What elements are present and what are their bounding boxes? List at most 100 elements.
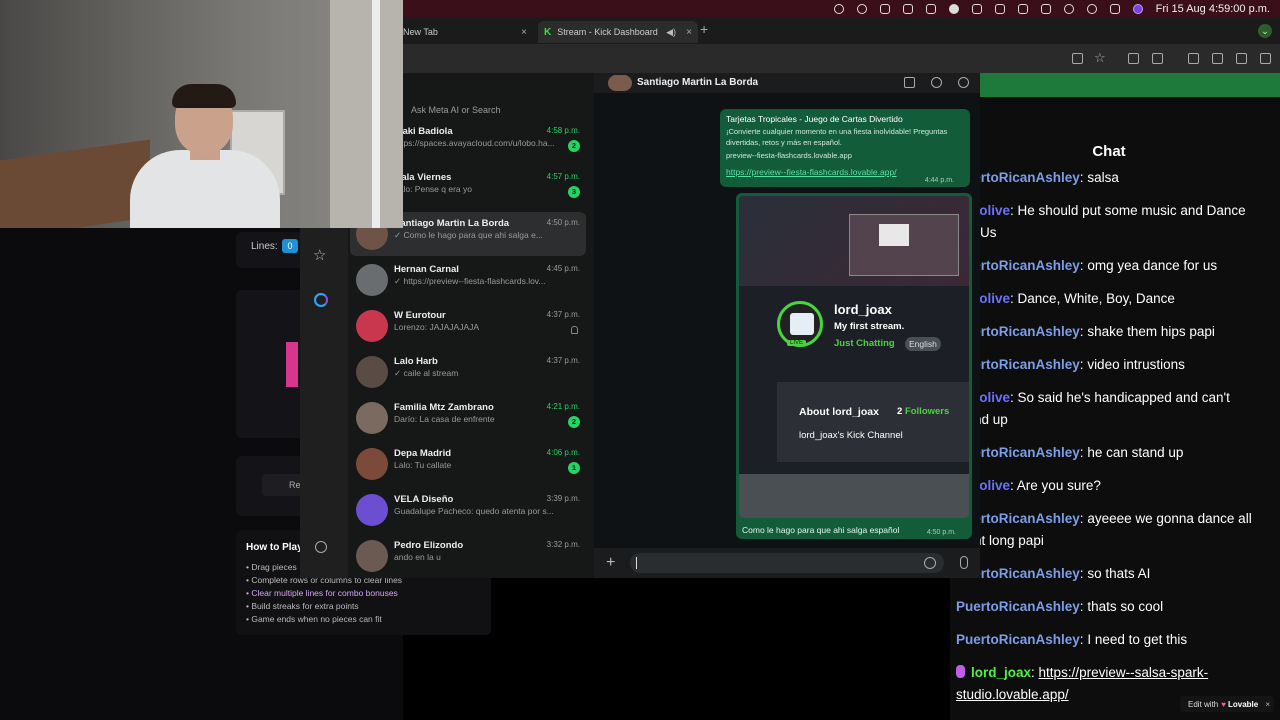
battery-icon[interactable] [994,3,1005,14]
downloads-icon[interactable] [1188,53,1199,64]
chat-preview: ando en la u [394,552,441,562]
starred-icon[interactable]: ☆ [313,246,326,264]
chat-message: yagolive: Are you sure? [956,478,1101,493]
chat-list-item[interactable]: Familia Mtz Zambrano Darío: La casa de en… [350,396,586,440]
avatar[interactable] [356,494,388,526]
avatar[interactable] [356,264,388,296]
bookmark-star-icon[interactable]: ☆ [1094,50,1106,66]
display-icon[interactable] [925,3,936,14]
profile-icon[interactable] [1212,53,1223,64]
message-input[interactable] [630,553,944,573]
chat-preview: ✓ caile al stream [394,368,459,378]
new-tab-button[interactable]: + [700,21,708,37]
video-call-icon[interactable] [904,77,915,88]
stream-title: My first stream. [834,321,905,332]
extension-puzzle-icon[interactable] [1236,53,1247,64]
kick-favicon-icon: K [544,26,552,38]
grid-icon[interactable] [1040,3,1051,14]
chat-username[interactable]: lord_joax [971,665,1031,680]
chat-time: 4:37 p.m. [546,310,580,319]
close-tab-icon[interactable]: × [686,27,692,38]
message-time: 4:50 p.m. [926,529,956,536]
stream-screenshot[interactable]: LIVE lord_joax My first stream. Just Cha… [739,196,969,518]
chat-preview: ✓ Como le hago para que ahi salga e... [394,230,543,240]
wifi-icon[interactable] [1086,3,1097,14]
chat-time: 4:50 p.m. [546,218,580,227]
tab-organizer-icon[interactable] [1128,53,1139,64]
chat-list-item[interactable]: W Eurotour Lorenzo: JAJAJAJAJA 4:37 p.m. [350,304,586,348]
window-icon[interactable] [902,3,913,14]
phone-call-icon[interactable] [931,77,942,88]
chat-name: W Eurotour [394,310,446,321]
lovable-heart-icon: ♥ [1221,699,1226,709]
avatar[interactable] [356,402,388,434]
avatar[interactable] [608,75,632,91]
microphone-icon[interactable] [960,556,968,569]
chat-time: 3:32 p.m. [546,540,580,549]
message-link-preview[interactable]: Tarjetas Tropicales - Juego de Cartas Di… [720,109,970,187]
message-link[interactable]: https://preview--fiesta-flashcards.lovab… [726,167,964,177]
contact-name[interactable]: Santiago Martin La Borda [637,77,758,88]
list-item: • Build streaks for extra points [246,601,359,611]
control-center-icon[interactable] [1109,3,1120,14]
avatar[interactable] [356,356,388,388]
kick-header-bar [980,73,1280,97]
tab-kick-dashboard[interactable]: K Stream - Kick Dashboard ◀) × [538,21,698,43]
chat-list-item[interactable]: Depa Madrid Lalo: Tu callate 4:06 p.m. 1 [350,442,586,486]
emoji-icon[interactable] [924,557,936,569]
about-heading: About lord_joax [799,406,879,418]
webcam-door [330,0,403,228]
settings-gear-icon[interactable] [315,541,327,553]
volume-icon[interactable] [971,3,982,14]
siri-icon[interactable] [1132,3,1143,14]
creative-cloud-icon[interactable] [856,3,867,14]
speaker-icon[interactable]: ◀) [666,27,676,38]
extensions-icon[interactable] [1152,53,1163,64]
screen: Fri 15 Aug 4:59:00 p.m. New Tab × K Stre… [0,0,1280,720]
tab-search-chevron-icon[interactable]: ⌄ [1258,24,1272,38]
menubar-clock[interactable]: Fri 15 Aug 4:59:00 p.m. [1156,3,1270,15]
palette-icon[interactable] [879,3,890,14]
attach-plus-icon[interactable]: + [606,554,615,572]
chat-message: PuertoRicanAshley: thats so cool [956,599,1164,614]
chat-text: salsa [1087,170,1119,185]
stream-category: Just Chatting [834,338,895,349]
chat-list-item[interactable]: VELA Diseño Guadalupe Pacheco: quedo aten… [350,488,586,532]
close-tab-icon[interactable]: × [521,27,527,38]
chat-text: Dance, White, Boy, Dance [1017,291,1175,306]
chat-list-item[interactable]: Pedro Elizondo ando en la u 3:32 p.m. [350,534,586,578]
edit-with-lovable-badge[interactable]: Edit with ♥ Lovable × [1180,696,1274,712]
search-input[interactable]: Ask Meta AI or Search [403,100,586,120]
chat-time: 4:57 p.m. [546,172,580,181]
game-piece[interactable] [286,342,298,387]
chat-list-item[interactable]: Lalo Harb ✓ caile al stream 4:37 p.m. [350,350,586,394]
spotlight-search-icon[interactable] [1063,3,1074,14]
list-item: • Game ends when no pieces can fit [246,614,382,624]
screen-record-icon[interactable] [833,3,844,14]
avatar[interactable] [356,540,388,572]
avatar[interactable] [356,310,388,342]
chat-list-item[interactable]: Hernan Carnal ✓ https://preview--fiesta-f… [350,258,586,302]
lines-label: Lines: [251,241,278,252]
menu-kebab-icon[interactable] [1260,53,1271,64]
install-app-icon[interactable] [1072,53,1083,64]
bluetooth-icon[interactable] [1017,3,1028,14]
message-image[interactable]: LIVE lord_joax My first stream. Just Cha… [736,193,972,539]
chat-text: so thats AI [1087,566,1151,581]
chat-preview: ✓ https://preview--fiesta-flashcards.lov… [394,276,546,286]
record-icon[interactable] [948,3,959,14]
tab-new-tab[interactable]: New Tab × [403,21,533,43]
chat-username[interactable]: PuertoRicanAshley [956,599,1080,614]
close-icon[interactable]: × [1265,700,1270,709]
muted-bell-icon [571,326,578,334]
meta-ai-icon[interactable] [314,293,328,307]
chat-name: Depa Madrid [394,448,452,459]
chat-preview: Guadalupe Pacheco: quedo atenta por s... [394,506,554,516]
avatar[interactable] [356,448,388,480]
search-icon[interactable] [958,77,969,88]
about-section [777,382,969,462]
chat-message: yagolive: He should put some music and D… [956,203,1246,240]
whatsapp-sidebar-rail: ☆ [300,228,348,578]
screenshot-footer [739,474,969,518]
chat-username[interactable]: PuertoRicanAshley [956,632,1080,647]
